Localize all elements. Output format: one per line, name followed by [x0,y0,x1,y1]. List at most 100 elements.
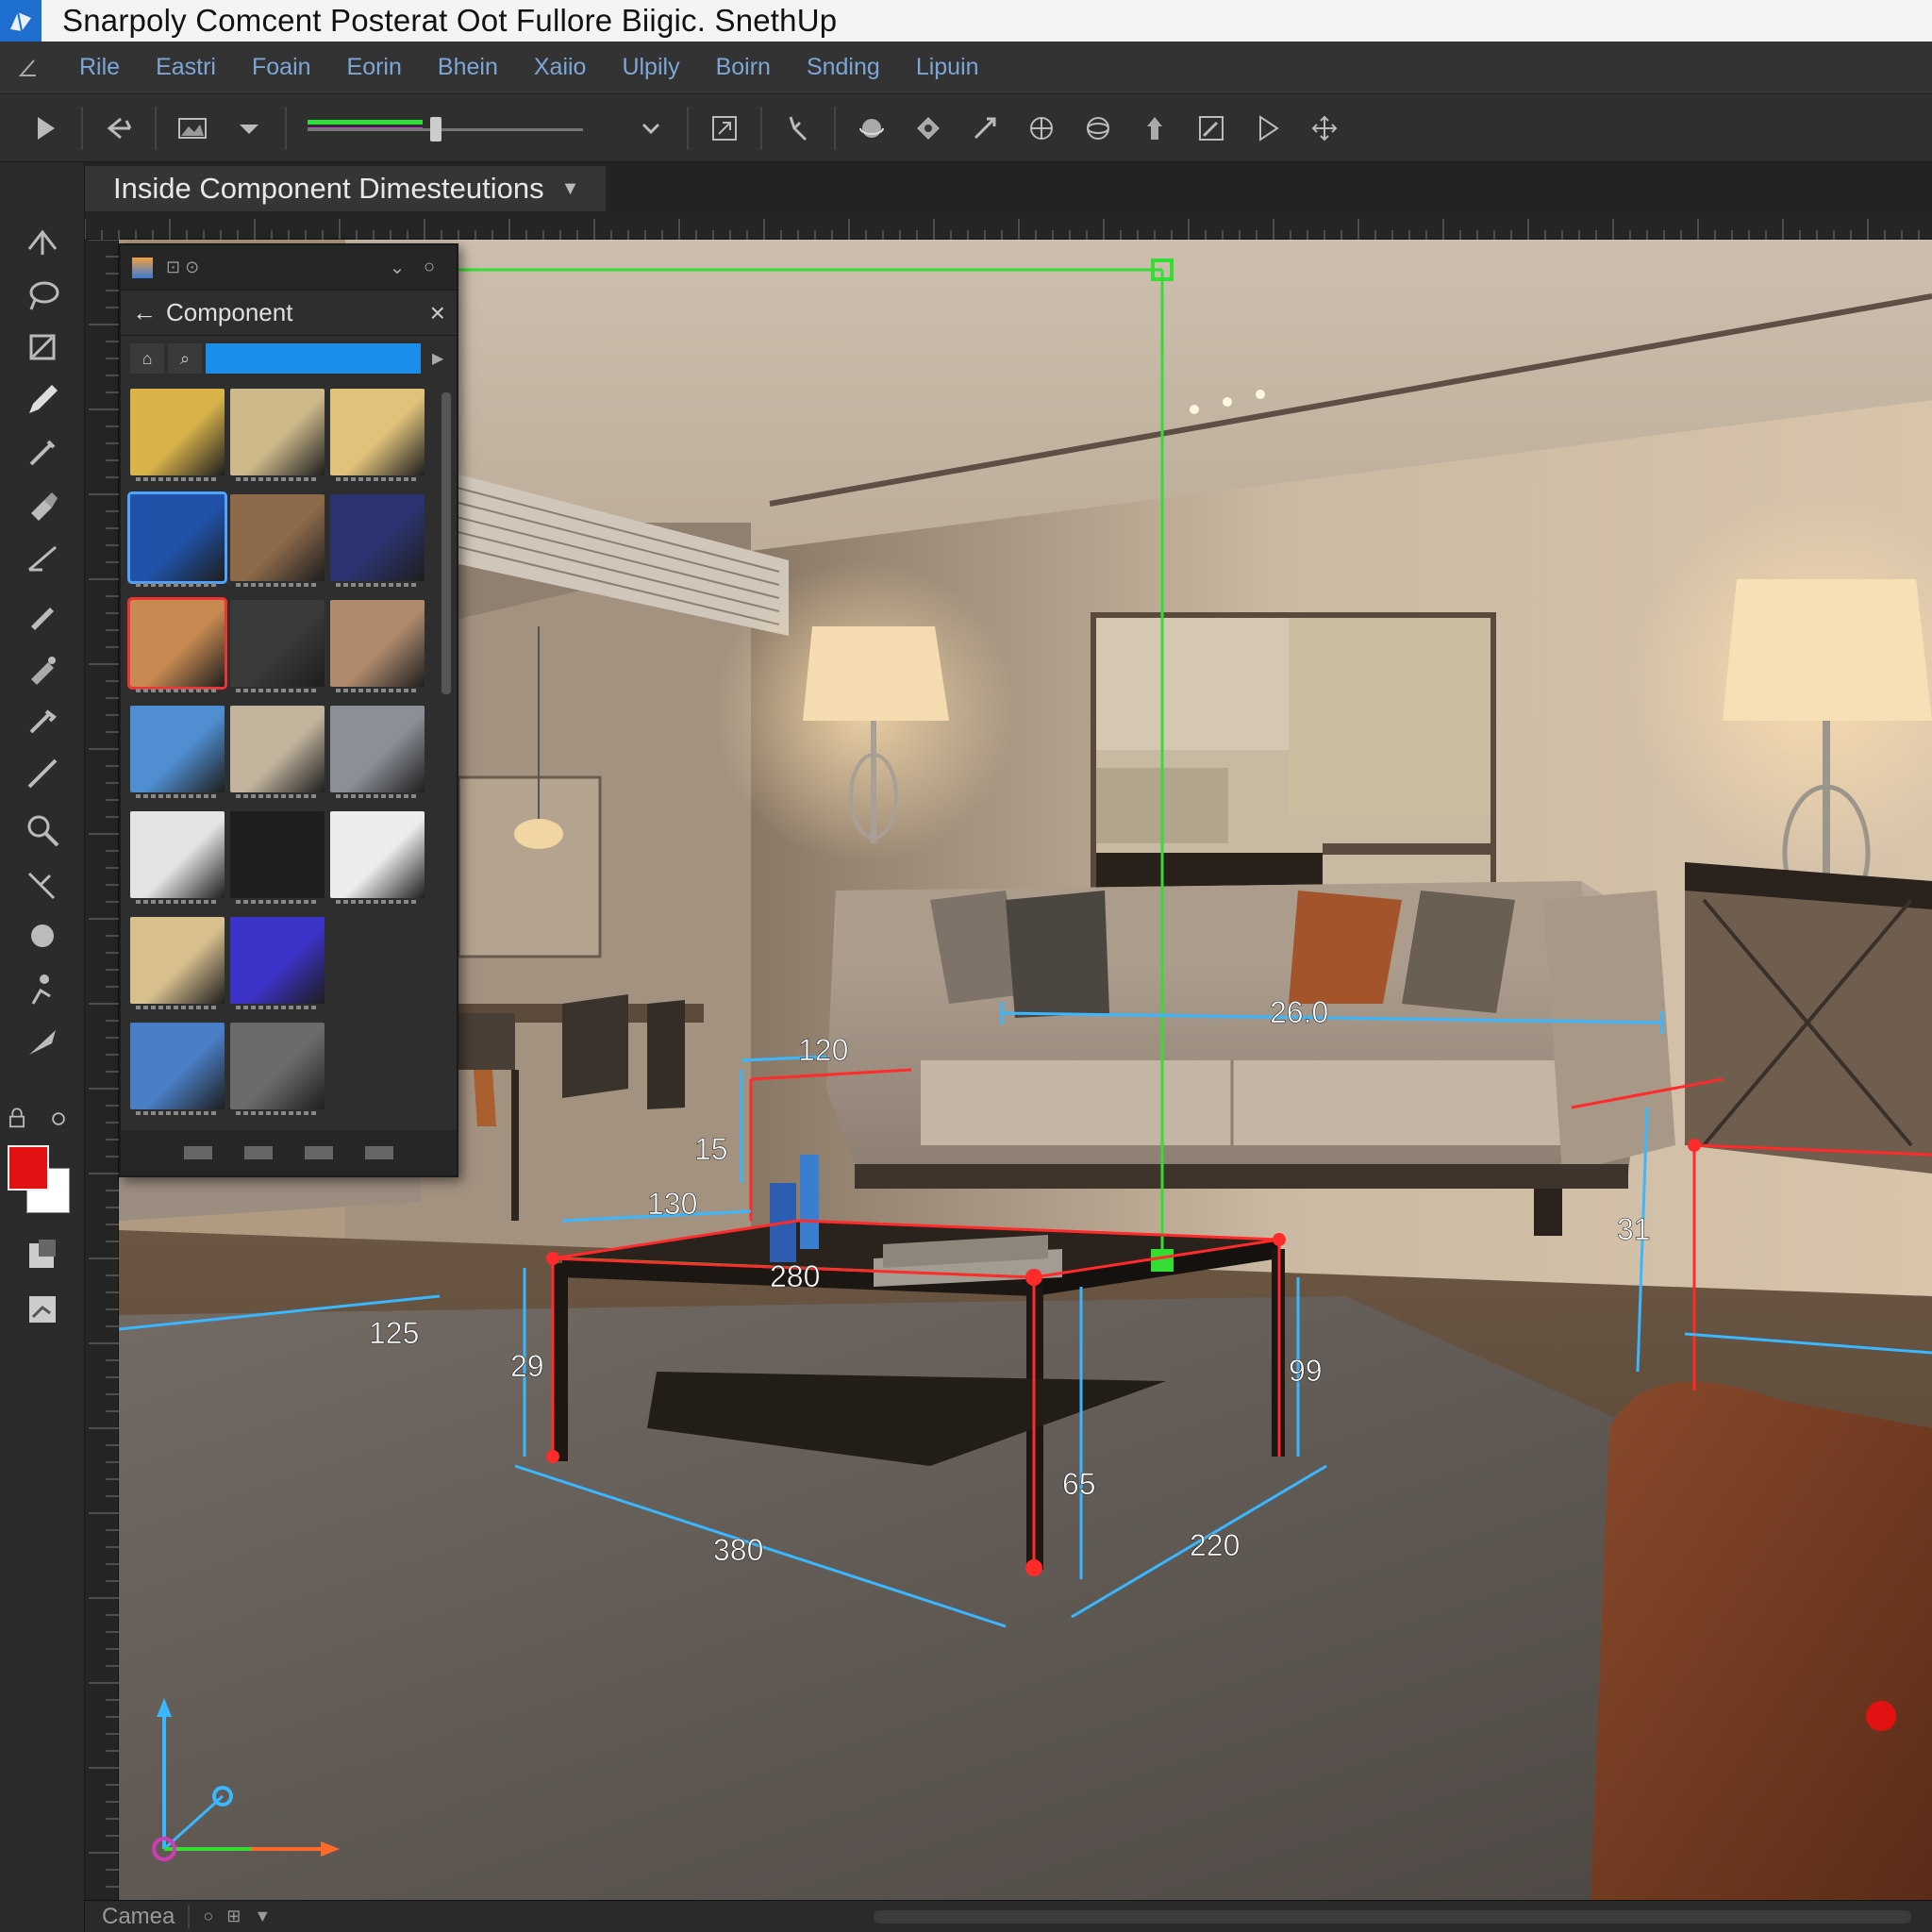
dim-label-table-height[interactable]: 29 [510,1349,544,1384]
footer-button[interactable] [305,1146,333,1159]
component-thumbnail[interactable] [330,706,425,802]
component-thumbnail[interactable] [230,1023,325,1119]
image-icon[interactable] [164,100,221,157]
sphere-icon[interactable] [1070,100,1126,157]
lasso-icon[interactable] [17,272,68,317]
dropdown-caret-icon[interactable] [221,100,277,157]
dim-label-sofa-depth[interactable]: 120 [798,1033,849,1068]
eraser-icon[interactable] [17,483,68,528]
zoom-icon[interactable] [17,808,68,853]
pin-tool-icon[interactable] [770,100,826,157]
menu-item-view[interactable]: Foain [252,54,311,81]
tape-icon[interactable] [17,860,68,906]
undo-arrow-icon[interactable] [91,100,147,157]
rotate-icon[interactable] [900,100,957,157]
chevron-down-icon[interactable] [623,100,679,157]
footer-button[interactable] [365,1146,393,1159]
pen-icon[interactable] [17,592,68,638]
menu-item-extensions[interactable]: Boirn [716,54,771,81]
component-thumbnail[interactable] [330,494,425,591]
component-thumbnail[interactable] [330,811,425,908]
lock-icon[interactable] [0,1096,34,1141]
component-thumbnail[interactable] [230,706,325,802]
dim-label-table-depth[interactable]: 220 [1190,1528,1241,1563]
knife-icon[interactable] [17,1019,68,1064]
component-thumbnail[interactable] [130,1023,225,1119]
marker-icon[interactable] [17,645,68,691]
component-thumbnail[interactable] [230,600,325,696]
dim-label-chair-width[interactable]: 125 [369,1316,420,1351]
search-icon[interactable]: ⌕ [168,343,202,374]
dim-label-sofa-height[interactable]: 15 [694,1132,728,1167]
chevron-down-icon[interactable]: ▼ [561,178,580,200]
component-thumbnail[interactable] [230,389,325,485]
component-thumbnail[interactable] [130,389,225,485]
component-thumbnail[interactable] [230,494,325,591]
menu-item-window[interactable]: Ulpily [622,54,679,81]
link-icon[interactable] [42,1096,75,1141]
paint-icon[interactable] [17,698,68,743]
component-thumbnail[interactable] [130,706,225,802]
chevron-down-icon[interactable]: ▼ [254,1907,271,1926]
dim-label-table-top[interactable]: 280 [770,1259,821,1294]
pencil-icon[interactable] [17,377,68,423]
back-arrow-icon[interactable]: ← [132,298,157,327]
component-thumbnail[interactable] [130,917,225,1013]
dim-label-leg-height[interactable]: 65 [1062,1467,1096,1502]
arrow-tool-icon[interactable] [17,219,68,264]
dim-label-left-depth[interactable]: 130 [647,1187,698,1222]
menu-item-camera[interactable]: Eorin [347,54,402,81]
component-thumbnail[interactable] [330,600,425,696]
scale-icon[interactable] [1183,100,1240,157]
back-icon[interactable] [0,57,57,79]
search-input[interactable] [206,343,421,374]
chevron-down-icon[interactable]: ⌄ [381,252,413,284]
layer-slider[interactable] [308,109,609,147]
menu-item-edit[interactable]: Eastri [156,54,216,81]
menu-item-tools[interactable]: Xaiio [534,54,587,81]
move-icon[interactable] [1296,100,1353,157]
stamp-icon[interactable] [17,1287,68,1332]
orbit-icon[interactable] [843,100,900,157]
menu-item-help[interactable]: Lipuin [916,54,979,81]
menu-item-draw[interactable]: Bhein [438,54,498,81]
footer-button[interactable] [184,1146,212,1159]
pan-icon[interactable] [957,100,1013,157]
dim-label-right-height[interactable]: 99 [1289,1354,1323,1389]
component-thumbnail[interactable] [127,491,227,591]
dim-label-side-table[interactable]: 31 [1617,1212,1651,1247]
grid-icon[interactable]: ⊞ [226,1907,241,1926]
dim-label-table-length[interactable]: 380 [713,1533,764,1568]
crop-icon[interactable] [17,325,68,370]
measure-icon[interactable] [17,751,68,796]
menu-item-file[interactable]: Rile [79,54,120,81]
dim-label-sofa-width[interactable]: 26.0 [1270,995,1329,1030]
component-thumbnail[interactable] [130,811,225,908]
chevron-right-icon[interactable]: ▶ [432,349,443,368]
tab-document[interactable]: Inside Component Dimesteutions ▼ [85,166,606,211]
layers-icon[interactable] [17,1232,68,1277]
component-thumbnail[interactable] [330,389,425,485]
options-icon[interactable]: ○ [413,252,445,284]
export-icon[interactable] [696,100,753,157]
globe-icon[interactable] [1013,100,1070,157]
component-thumbnail[interactable] [230,917,325,1013]
component-thumbnail[interactable] [230,811,325,908]
brush-icon[interactable] [17,430,68,475]
push-pull-icon[interactable] [1126,100,1183,157]
component-thumbnail[interactable] [127,597,227,696]
panel-scrollbar[interactable] [441,392,451,694]
home-icon[interactable]: ⌂ [130,343,164,374]
footer-button[interactable] [244,1146,273,1159]
circle-tool-icon[interactable] [17,913,68,958]
menu-item-sending[interactable]: Snding [807,54,880,81]
slider-thumb[interactable] [430,116,441,142]
play-icon[interactable] [1240,100,1296,157]
foreground-color-swatch[interactable] [8,1145,49,1191]
close-icon[interactable]: × [430,298,445,328]
select-icon[interactable] [17,100,74,157]
horizontal-scrollbar[interactable] [874,1910,1911,1924]
circle-icon[interactable]: ○ [203,1907,213,1926]
walk-icon[interactable] [17,966,68,1011]
line-tool-icon[interactable] [17,536,68,581]
